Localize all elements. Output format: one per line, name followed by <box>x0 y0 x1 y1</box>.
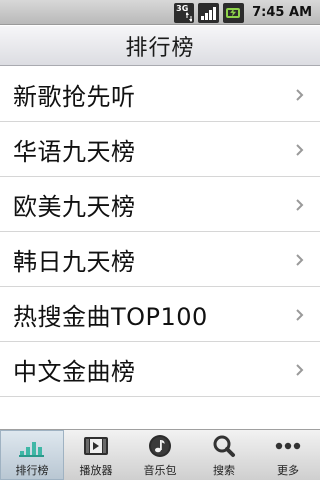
chevron-right-icon <box>296 309 304 321</box>
list-item[interactable]: 华语九天榜 <box>0 122 320 177</box>
tab-label: 排行榜 <box>15 464 49 477</box>
list-item-label: 华语九天榜 <box>13 137 136 166</box>
chevron-right-icon <box>296 364 304 376</box>
chart-list: 新歌抢先听 华语九天榜 欧美九天榜 韩日九天榜 热搜金曲TOP100 中文金曲榜 <box>0 67 320 397</box>
tab-charts[interactable]: 排行榜 <box>0 430 64 480</box>
status-icons: 3G 7:45 AM <box>174 2 312 23</box>
list-item[interactable]: 欧美九天榜 <box>0 177 320 232</box>
list-item[interactable]: 中文金曲榜 <box>0 342 320 397</box>
tab-label: 播放器 <box>79 464 113 477</box>
chevron-right-icon <box>296 199 304 211</box>
list-item-label: 中文金曲榜 <box>13 357 136 386</box>
clock: 7:45 AM <box>252 5 312 20</box>
chart-bars-icon <box>17 434 47 458</box>
more-dots-icon <box>273 434 303 458</box>
tab-label: 更多 <box>277 464 299 477</box>
battery-charging-icon <box>223 2 245 23</box>
list-item-label: 热搜金曲TOP100 <box>13 302 208 331</box>
list-item[interactable]: 热搜金曲TOP100 <box>0 287 320 342</box>
chevron-right-icon <box>296 89 304 101</box>
tab-music-pack[interactable]: 音乐包 <box>128 430 192 480</box>
3g-data-icon: 3G <box>174 2 195 23</box>
tab-bar: 排行榜 播放器 音乐包 搜索 更多 <box>0 429 320 480</box>
chevron-right-icon <box>296 254 304 266</box>
title-bar: 排行榜 <box>0 26 320 66</box>
tab-label: 音乐包 <box>143 464 177 477</box>
page-title: 排行榜 <box>125 35 195 61</box>
list-item-label: 新歌抢先听 <box>13 82 136 111</box>
status-bar: 3G 7:45 AM <box>0 0 320 25</box>
tab-more[interactable]: 更多 <box>256 430 320 480</box>
data-arrows-icon <box>186 11 193 22</box>
tab-label: 搜索 <box>213 464 235 477</box>
signal-icon <box>198 2 220 23</box>
search-icon <box>209 434 239 458</box>
player-icon <box>81 434 111 458</box>
chevron-right-icon <box>296 144 304 156</box>
tab-player[interactable]: 播放器 <box>64 430 128 480</box>
tab-search[interactable]: 搜索 <box>192 430 256 480</box>
music-note-icon <box>145 434 175 458</box>
list-item-label: 韩日九天榜 <box>13 247 136 276</box>
list-item[interactable]: 新歌抢先听 <box>0 67 320 122</box>
list-item[interactable]: 韩日九天榜 <box>0 232 320 287</box>
list-item-label: 欧美九天榜 <box>13 192 136 221</box>
